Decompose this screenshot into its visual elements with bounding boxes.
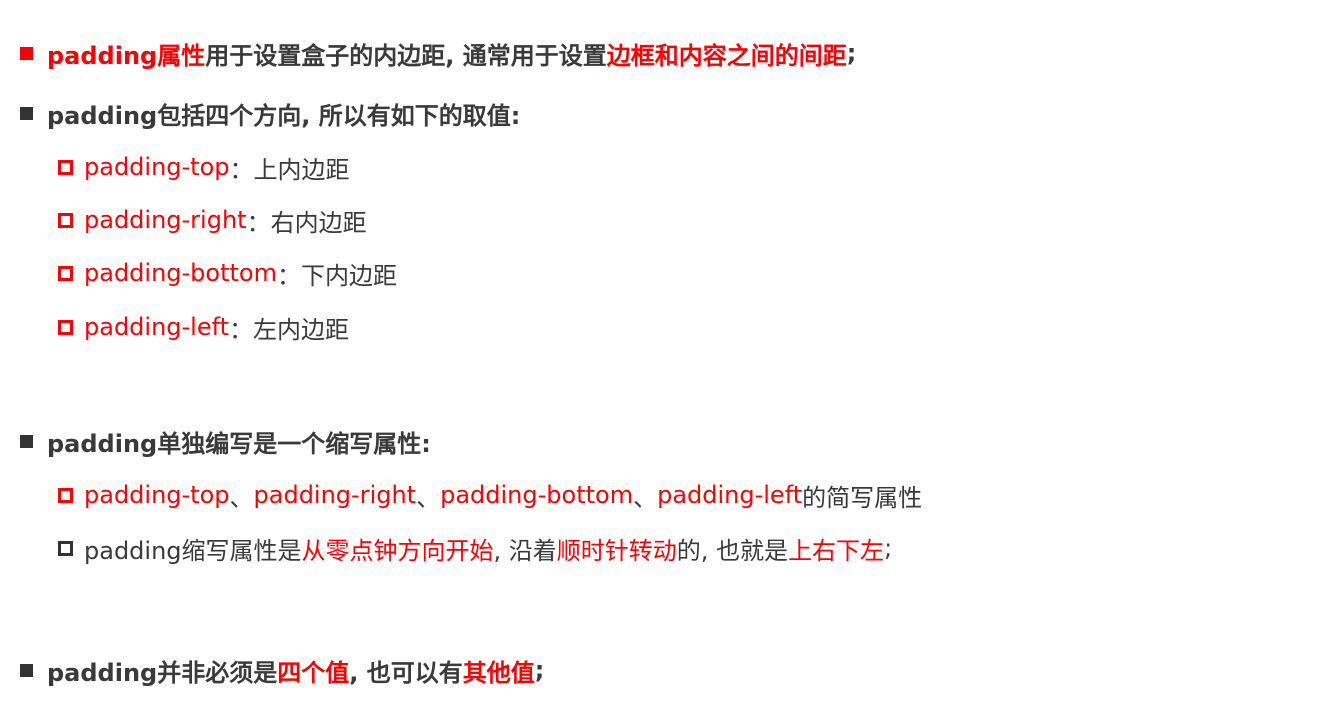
bullet-item-padding-definition: padding属性 用于设置盒子的内边距, 通常用于设置 边框和内容之间的间距 … xyxy=(20,36,856,70)
hollow-square-bullet-icon xyxy=(58,159,73,175)
text-segment: padding-top xyxy=(84,481,230,509)
text-segment: 的简写属性 xyxy=(802,483,923,512)
solid-square-bullet-icon xyxy=(20,434,33,448)
solid-square-bullet-icon xyxy=(20,106,33,120)
text-segment: ：右内边距 xyxy=(246,208,367,237)
bullet-item-shorthand: padding单独编写是一个缩写属性: xyxy=(20,424,431,458)
text-segment: padding属性 xyxy=(47,41,206,70)
text-segment: padding单独编写是一个缩写属性: xyxy=(47,429,431,458)
text-segment: , 沿着 xyxy=(493,536,557,565)
text-segment: 用于设置盒子的内边距, 通常用于设置 xyxy=(205,41,607,70)
hollow-square-bullet-icon xyxy=(58,540,73,556)
text-segment: padding缩写属性是 xyxy=(84,536,302,565)
solid-square-bullet-icon xyxy=(20,663,33,677)
sub-item-padding-left: padding-left ：左内边距 xyxy=(58,310,349,344)
bullet-item-value-count: padding并非必须是 四个值 , 也可以有 其他值 ; xyxy=(20,653,544,687)
text-segment: padding-right xyxy=(253,481,417,509)
text-segment: 的, 也就是 xyxy=(676,536,789,565)
text-segment: ; xyxy=(884,534,893,562)
text-segment: padding-top xyxy=(84,153,230,181)
text-segment: 四个值 xyxy=(277,658,350,687)
text-segment: ：上内边距 xyxy=(229,155,350,184)
bullet-item-four-directions: padding包括四个方向, 所以有如下的取值: xyxy=(20,96,520,130)
text-segment: padding-left xyxy=(657,481,803,509)
sub-item-clockwise-order: padding缩写属性是 从零点钟方向开始 , 沿着 顺时针转动 的, 也就是 … xyxy=(58,531,892,565)
hollow-square-bullet-icon xyxy=(58,265,73,281)
sub-item-padding-top: padding-top ：上内边距 xyxy=(58,150,350,184)
text-segment: ; xyxy=(846,39,857,67)
solid-square-bullet-icon xyxy=(20,46,33,60)
sub-item-shorthand-properties: padding-top 、 padding-right 、 padding-bo… xyxy=(58,478,922,512)
text-segment: padding包括四个方向, 所以有如下的取值: xyxy=(47,101,521,130)
text-segment: 其他值 xyxy=(462,658,535,687)
text-segment: padding-bottom xyxy=(440,481,634,509)
text-segment: ：下内边距 xyxy=(276,261,397,290)
text-segment: , 也可以有 xyxy=(349,658,463,687)
text-segment: 、 xyxy=(416,483,441,512)
hollow-square-bullet-icon xyxy=(58,319,73,335)
text-segment: 顺时针转动 xyxy=(556,536,677,565)
text-segment: 、 xyxy=(229,483,254,512)
text-segment: ; xyxy=(534,656,545,684)
text-segment: 、 xyxy=(633,483,658,512)
sub-item-padding-bottom: padding-bottom ：下内边距 xyxy=(58,256,397,290)
text-segment: padding-left xyxy=(84,313,230,341)
text-segment: 从零点钟方向开始 xyxy=(301,536,494,565)
text-segment: padding并非必须是 xyxy=(47,658,278,687)
text-segment: 上右下左 xyxy=(788,536,885,565)
sub-item-padding-right: padding-right ：右内边距 xyxy=(58,203,367,237)
text-segment: 边框和内容之间的间距 xyxy=(606,41,847,70)
hollow-square-bullet-icon xyxy=(58,212,73,228)
text-segment: padding-bottom xyxy=(84,259,277,287)
text-segment: ：左内边距 xyxy=(229,315,350,344)
text-segment: padding-right xyxy=(84,206,247,234)
hollow-square-bullet-icon xyxy=(58,487,73,503)
